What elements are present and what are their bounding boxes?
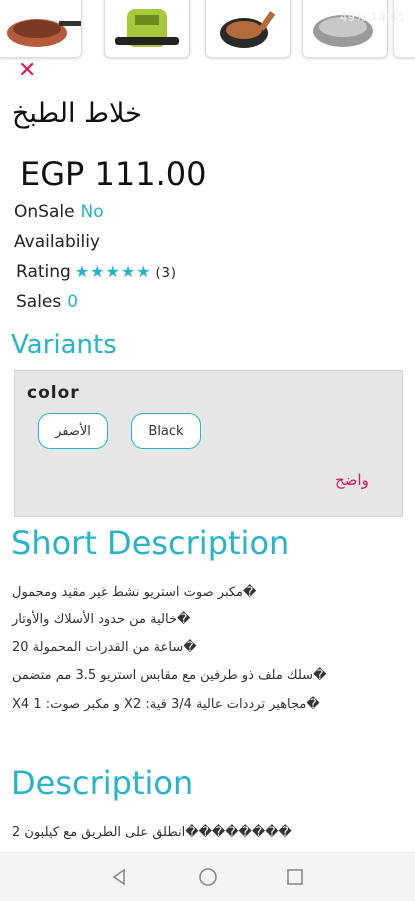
thumbnail-extra[interactable] [393,0,415,58]
back-icon[interactable] [107,865,131,889]
thumbnail-pan[interactable] [205,0,291,58]
color-label: color [27,383,80,403]
variant-option-yellow[interactable]: الأصفر [38,413,108,449]
variant-option-black[interactable]: Black [131,413,201,449]
short-description-line: سلك ملف ذو طرفين مع مقابس استريو 3.5 مم … [12,668,327,683]
short-description-heading: Short Description [11,524,290,562]
onsale-row: OnSale No [14,202,104,222]
onsale-label: OnSale [14,202,75,222]
product-thumbnails: 49% 14:45 [0,0,415,60]
availability-row: Availabiliy [14,232,100,252]
sales-label: Sales [16,292,62,312]
home-icon[interactable] [196,865,220,889]
system-navigation-bar [0,852,415,901]
status-bar-time: 49% 14:45 [339,10,405,24]
thumbnail-scale[interactable] [302,0,388,58]
description-heading: Description [11,764,194,802]
product-title: خلاط الطبخ [12,98,142,129]
rating-label: Rating [16,262,71,282]
thumbnail-cookware[interactable] [0,0,82,58]
product-price: EGP 111.00 [20,155,207,193]
variants-panel: color الأصفر Black واضح [14,370,403,517]
rating-row: Rating ★★★★★ (3) [16,262,177,282]
recents-icon[interactable] [283,865,307,889]
close-icon[interactable]: ✕ [18,58,36,83]
clear-button[interactable]: واضح [335,471,369,489]
rating-count: (3) [155,266,177,281]
variants-heading: Variants [11,330,117,360]
rating-stars-icon: ★★★★★ [74,262,152,281]
sales-row: Sales 0 [16,292,78,312]
onsale-value: No [80,202,104,222]
description-line: انطلق على الطريق مع كيلبون 2�������� [12,825,292,840]
sales-value: 0 [67,292,79,312]
short-description-line: X4 و مكبر صوت: 1 Xمجاهير ترددات عالية 3/… [12,697,320,712]
short-description-line: خالية من حدود الأسلاك والأوتار� [12,612,191,627]
short-description-line: مكبر صوت استريو نشط غير مقيد ومحمول� [12,585,257,600]
short-description-line: ساعة من القدرات المحمولة 20� [12,640,197,655]
thumbnail-sharpener[interactable] [104,0,190,58]
availability-label: Availabiliy [14,232,100,252]
